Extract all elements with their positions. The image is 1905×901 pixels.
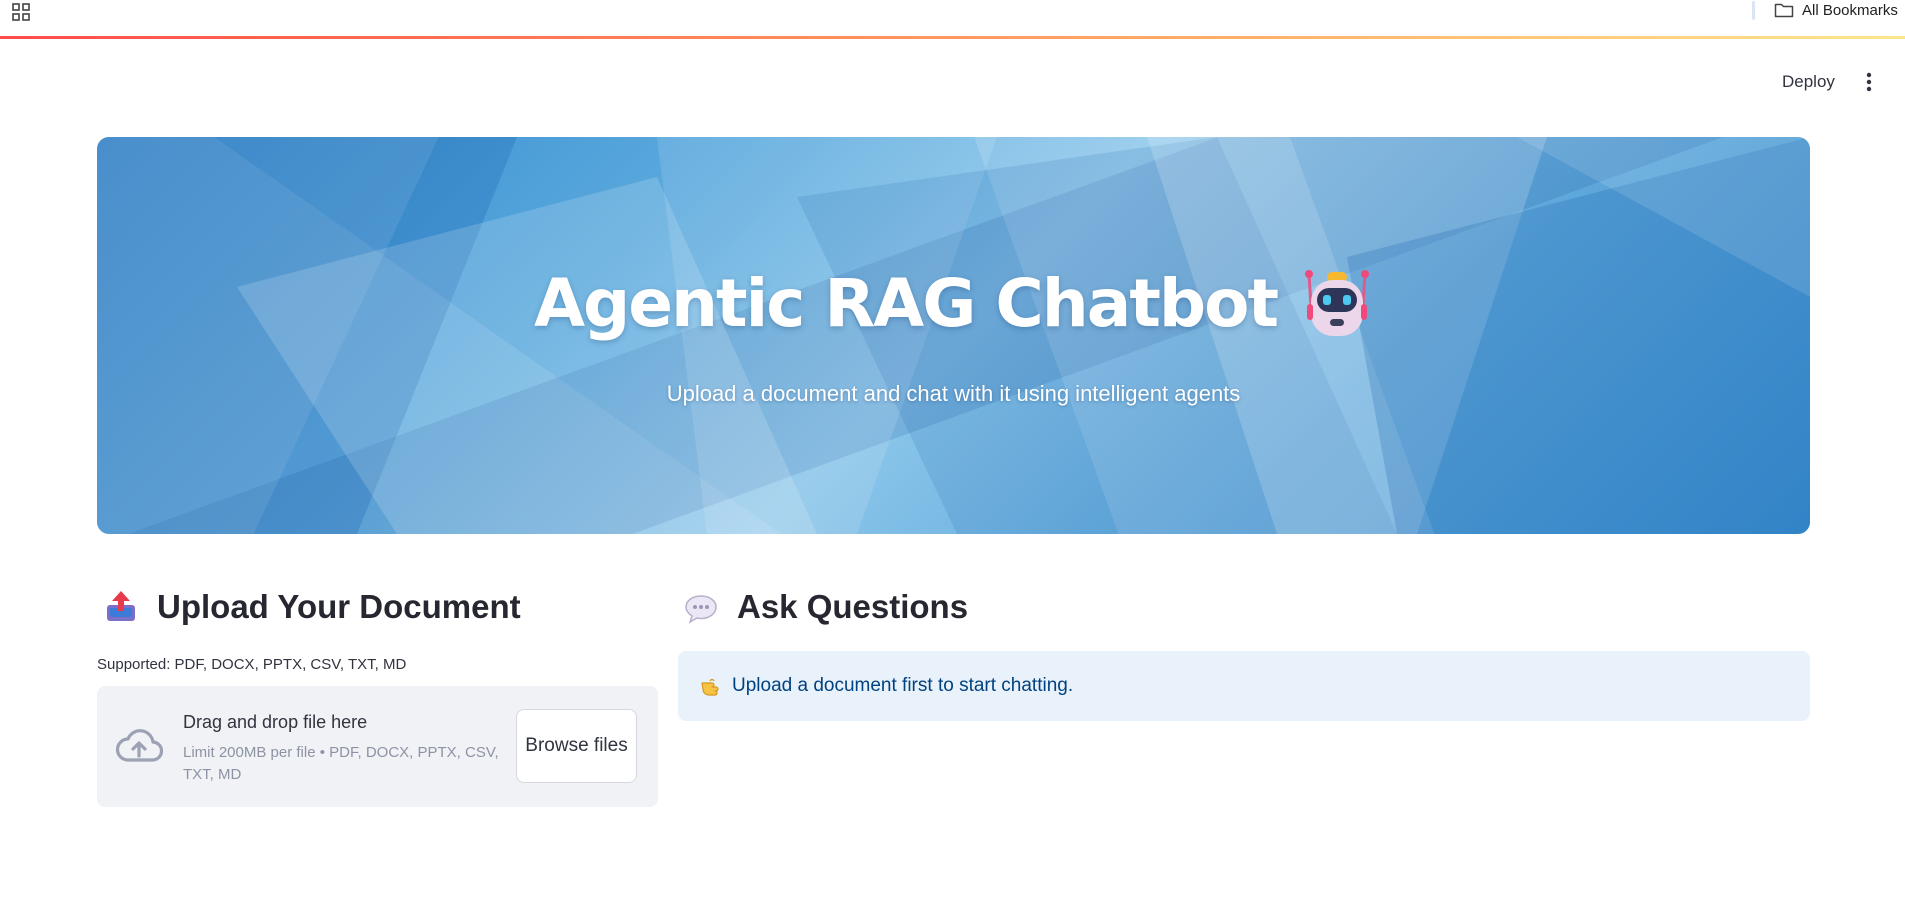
ask-questions-heading: Ask Questions — [683, 588, 968, 626]
more-vertical-icon — [1866, 72, 1872, 92]
hero-subtitle: Upload a document and chat with it using… — [666, 381, 1241, 406]
dropzone-title: Drag and drop file here — [183, 712, 368, 732]
file-dropzone[interactable]: Drag and drop file here Limit 200MB per … — [97, 686, 658, 807]
speech-balloon-icon — [685, 595, 717, 624]
ask-questions-heading-text: Ask Questions — [737, 588, 969, 625]
outbox-tray-icon — [107, 591, 135, 621]
hero-title: Agentic RAG Chatbot — [97, 265, 1810, 342]
supported-formats-text: Supported: PDF, DOCX, PPTX, CSV, TXT, MD — [97, 656, 407, 673]
bookmarks-divider — [1752, 1, 1755, 20]
bookmarks-bar: All Bookmarks — [0, 0, 1905, 36]
all-bookmarks-button[interactable]: All Bookmarks — [1774, 0, 1898, 20]
upload-heading: Upload Your Document — [103, 588, 521, 626]
deploy-button[interactable]: Deploy — [1772, 67, 1845, 97]
cloud-upload-icon — [115, 729, 163, 762]
dropzone-limit-text: Limit 200MB per file • PDF, DOCX, PPTX, … — [183, 744, 499, 783]
hero-title-text: Agentic RAG Chatbot — [533, 265, 1279, 342]
info-alert-text: Upload a document first to start chattin… — [732, 675, 1074, 696]
all-bookmarks-label: All Bookmarks — [1802, 1, 1898, 19]
upload-heading-text: Upload Your Document — [157, 588, 521, 625]
folder-icon — [1774, 3, 1794, 18]
info-alert: Upload a document first to start chattin… — [678, 651, 1810, 721]
main-menu-button[interactable] — [1856, 68, 1882, 96]
hero-banner: Agentic RAG Chatbot Upload a document an… — [97, 137, 1810, 534]
robot-icon — [1305, 269, 1370, 336]
app-decoration-stripe — [0, 36, 1905, 39]
apps-grid-icon[interactable] — [11, 2, 31, 22]
pointing-hand-icon — [701, 678, 719, 696]
browse-files-button[interactable]: Browse files — [516, 709, 637, 783]
